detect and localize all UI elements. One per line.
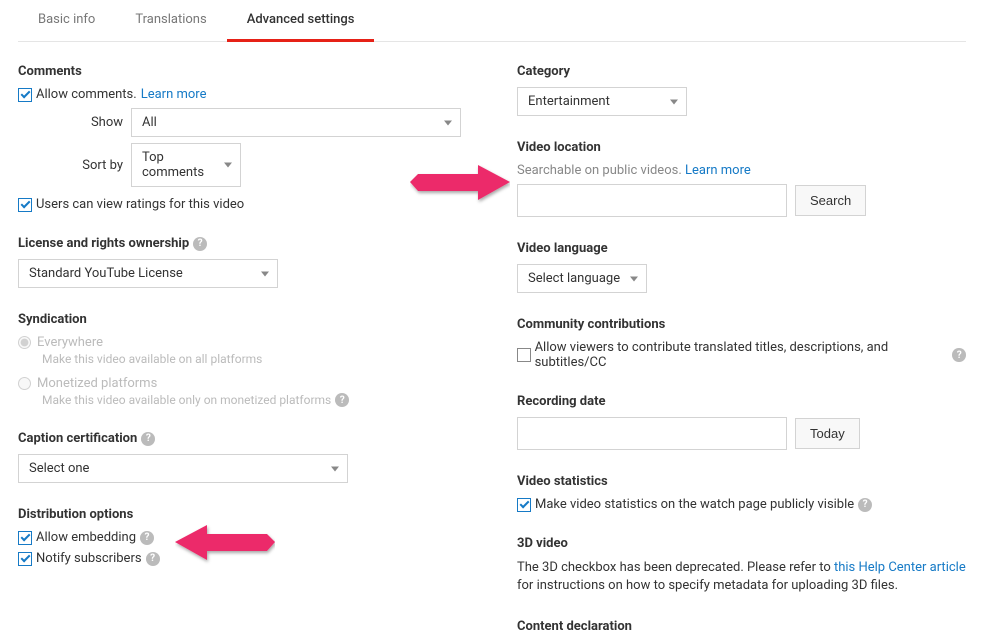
today-button[interactable]: Today bbox=[795, 418, 860, 449]
language-select[interactable]: Select language bbox=[517, 264, 647, 293]
allow-comments-checkbox[interactable] bbox=[18, 88, 32, 102]
help-icon[interactable]: ? bbox=[952, 348, 966, 362]
3d-video-title: 3D video bbox=[517, 536, 966, 551]
help-icon[interactable]: ? bbox=[141, 432, 155, 446]
recording-date-input[interactable] bbox=[517, 417, 787, 450]
search-button[interactable]: Search bbox=[795, 185, 866, 216]
video-statistics-title: Video statistics bbox=[517, 474, 966, 489]
monetized-sub: Make this video available only on moneti… bbox=[42, 393, 331, 407]
everywhere-radio bbox=[18, 336, 31, 349]
allow-comments-label: Allow comments. bbox=[36, 87, 137, 102]
allow-embedding-label: Allow embedding bbox=[36, 530, 136, 545]
video-language-section: Video language Select language bbox=[517, 241, 966, 293]
everywhere-sub: Make this video available on all platfor… bbox=[42, 352, 467, 366]
category-section: Category Entertainment bbox=[517, 64, 966, 116]
syndication-section: Syndication Everywhere Make this video a… bbox=[18, 312, 467, 407]
allow-embedding-checkbox[interactable] bbox=[18, 531, 32, 545]
monetized-label: Monetized platforms bbox=[37, 376, 157, 391]
distribution-title: Distribution options bbox=[18, 507, 467, 522]
community-title: Community contributions bbox=[517, 317, 966, 332]
help-icon[interactable]: ? bbox=[146, 552, 160, 566]
content-declaration-section: Content declaration bbox=[517, 619, 966, 634]
tab-advanced-settings[interactable]: Advanced settings bbox=[227, 0, 375, 42]
license-section: License and rights ownership ? Standard … bbox=[18, 236, 467, 288]
recording-date-section: Recording date Today bbox=[517, 394, 966, 450]
statistics-label: Make video statistics on the watch page … bbox=[535, 497, 854, 512]
video-location-input[interactable] bbox=[517, 184, 787, 217]
tab-basic-info[interactable]: Basic info bbox=[18, 0, 115, 41]
caption-title: Caption certification bbox=[18, 431, 137, 446]
tabs-bar: Basic info Translations Advanced setting… bbox=[18, 0, 966, 42]
distribution-section: Distribution options Allow embedding ? N… bbox=[18, 507, 467, 566]
recording-date-title: Recording date bbox=[517, 394, 966, 409]
category-title: Category bbox=[517, 64, 966, 79]
comments-section: Comments Allow comments. Learn more Show… bbox=[18, 64, 467, 212]
ratings-label: Users can view ratings for this video bbox=[36, 197, 244, 212]
caption-section: Caption certification ? Select one bbox=[18, 431, 467, 483]
license-title: License and rights ownership bbox=[18, 236, 189, 251]
location-learn-more-link[interactable]: Learn more bbox=[685, 163, 751, 178]
content-declaration-title: Content declaration bbox=[517, 619, 966, 634]
statistics-checkbox[interactable] bbox=[517, 498, 531, 512]
help-icon[interactable]: ? bbox=[140, 531, 154, 545]
ratings-checkbox[interactable] bbox=[18, 198, 32, 212]
category-select[interactable]: Entertainment bbox=[517, 87, 687, 116]
show-label: Show bbox=[63, 115, 123, 130]
community-section: Community contributions Allow viewers to… bbox=[517, 317, 966, 370]
tab-translations[interactable]: Translations bbox=[115, 0, 226, 41]
help-icon[interactable]: ? bbox=[335, 393, 349, 407]
location-sub: Searchable on public videos. bbox=[517, 163, 682, 178]
community-checkbox[interactable] bbox=[517, 348, 531, 362]
sort-label: Sort by bbox=[63, 158, 123, 173]
syndication-title: Syndication bbox=[18, 312, 467, 327]
help-icon[interactable]: ? bbox=[858, 498, 872, 512]
caption-select[interactable]: Select one bbox=[18, 454, 348, 483]
license-select[interactable]: Standard YouTube License bbox=[18, 259, 278, 288]
video-location-title: Video location bbox=[517, 140, 966, 155]
sort-select[interactable]: Top comments bbox=[131, 143, 241, 187]
help-icon[interactable]: ? bbox=[193, 237, 207, 251]
3d-help-link[interactable]: this Help Center article bbox=[834, 560, 966, 575]
show-select[interactable]: All bbox=[131, 108, 461, 137]
notify-subscribers-label: Notify subscribers bbox=[36, 551, 142, 566]
monetized-radio bbox=[18, 377, 31, 390]
3d-video-section: 3D video The 3D checkbox has been deprec… bbox=[517, 536, 966, 595]
comments-learn-more-link[interactable]: Learn more bbox=[141, 87, 207, 102]
3d-text-pre: The 3D checkbox has been deprecated. Ple… bbox=[517, 560, 834, 575]
video-statistics-section: Video statistics Make video statistics o… bbox=[517, 474, 966, 512]
video-location-section: Video location Searchable on public vide… bbox=[517, 140, 966, 217]
video-language-title: Video language bbox=[517, 241, 966, 256]
comments-title: Comments bbox=[18, 64, 467, 79]
community-label: Allow viewers to contribute translated t… bbox=[535, 340, 949, 370]
notify-subscribers-checkbox[interactable] bbox=[18, 552, 32, 566]
everywhere-label: Everywhere bbox=[37, 335, 103, 350]
3d-text-post: for instructions on how to specify metad… bbox=[517, 578, 898, 593]
